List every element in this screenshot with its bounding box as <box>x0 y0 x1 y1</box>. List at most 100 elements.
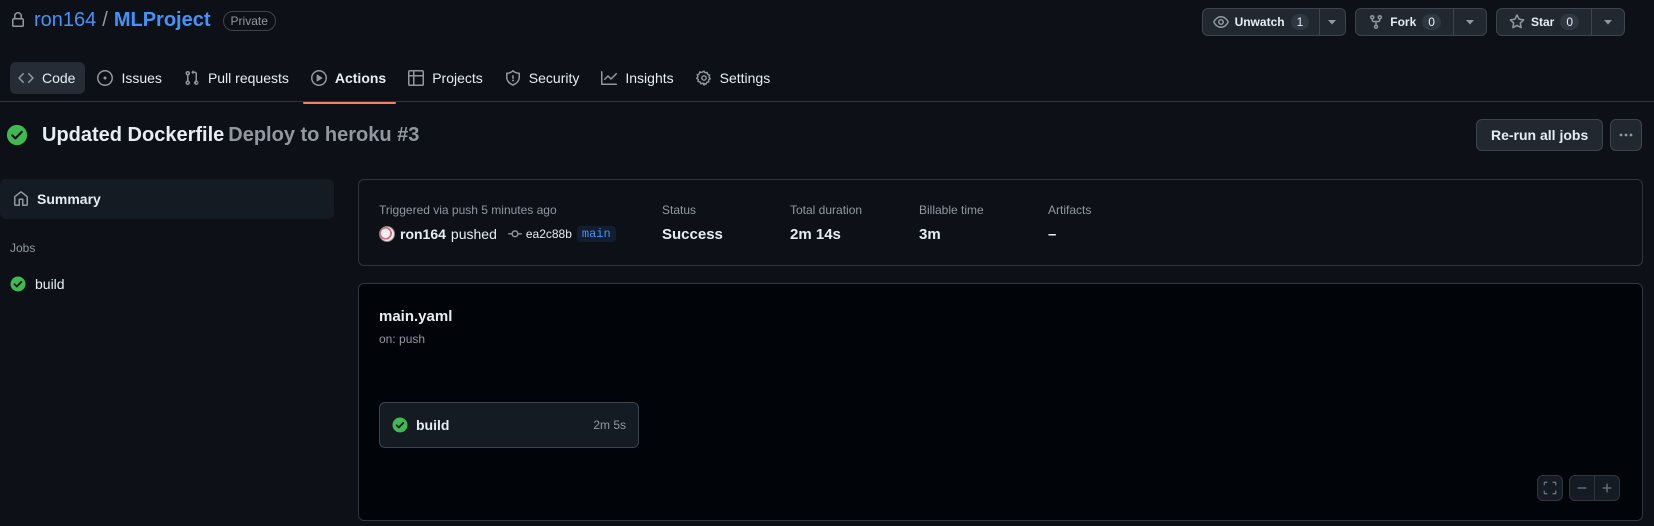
repo-owner-link[interactable]: ron164 <box>34 9 96 32</box>
triangle-down-icon <box>1328 20 1337 25</box>
lock-icon <box>12 12 24 27</box>
tab-settings[interactable]: Settings <box>688 62 781 94</box>
dash-icon <box>1577 487 1587 489</box>
avatar[interactable] <box>379 226 395 242</box>
table-icon <box>408 70 425 86</box>
tab-code-label: Code <box>42 70 76 86</box>
trigger-info: Triggered via push 5 minutes ago ron164 … <box>379 203 616 242</box>
rerun-all-jobs-button[interactable]: Re-run all jobs <box>1476 119 1604 151</box>
workflow-file-name: main.yaml <box>379 308 453 325</box>
star-icon <box>1509 14 1525 29</box>
watch-dropdown-button[interactable] <box>1319 9 1345 35</box>
tab-actions[interactable]: Actions <box>302 62 397 104</box>
unwatch-label: Unwatch <box>1234 15 1285 29</box>
triangle-down-icon <box>1604 20 1612 25</box>
tab-actions-label: Actions <box>334 70 387 86</box>
tab-security[interactable]: Security <box>497 62 590 94</box>
sidebar-jobs-heading: Jobs <box>10 241 36 255</box>
sidebar-summary-label: Summary <box>37 191 101 207</box>
star-button[interactable]: Star 0 <box>1497 9 1592 35</box>
run-workflow-label: Deploy to heroku #3 <box>228 124 420 146</box>
watch-button-group: Unwatch 1 <box>1201 8 1347 36</box>
trigger-label: Triggered via push 5 minutes ago <box>379 203 557 217</box>
fork-dropdown-button[interactable] <box>1454 9 1486 35</box>
artifacts-label: Artifacts <box>1048 203 1092 217</box>
play-icon <box>310 70 327 86</box>
run-title: Updated Dockerfile Deploy to heroku #3 <box>42 124 419 147</box>
watch-count: 1 <box>1290 14 1310 30</box>
job-node-duration: 2m 5s <box>593 418 626 432</box>
status-value: Success <box>662 226 723 243</box>
more-options-button[interactable] <box>1610 119 1642 151</box>
git-commit-icon <box>507 230 522 238</box>
repo-title: ron164 / MLProject Private <box>34 9 276 32</box>
issue-opened-icon <box>97 70 114 86</box>
tab-projects-label: Projects <box>432 70 483 86</box>
sidebar-job-build[interactable]: build <box>10 276 65 292</box>
commit-sha-link[interactable]: ea2c88b <box>507 227 572 241</box>
check-circle-fill-icon <box>10 276 26 292</box>
star-button-group: Star 0 <box>1495 8 1625 36</box>
triangle-down-icon <box>1465 20 1474 25</box>
gear-icon <box>695 70 711 86</box>
duration-value: 2m 14s <box>790 226 841 243</box>
billable-label: Billable time <box>919 203 984 217</box>
star-count: 0 <box>1560 14 1579 30</box>
graph-icon <box>601 71 618 85</box>
workflow-trigger: on: push <box>379 332 426 346</box>
eye-icon <box>1212 16 1229 28</box>
artifacts-info: Artifacts – <box>1048 203 1091 243</box>
repo-tabs: Code Issues Pull requests Actions Projec… <box>10 62 781 104</box>
push-details: ron164 pushed ea2c88b main <box>379 226 616 242</box>
fork-button[interactable]: Fork 0 <box>1356 9 1454 35</box>
tab-insights-label: Insights <box>625 70 674 86</box>
duration-label: Total duration <box>790 203 863 217</box>
fork-label: Fork <box>1390 15 1417 29</box>
push-action: pushed <box>450 226 497 242</box>
plus-icon <box>1602 483 1612 493</box>
sidebar-item-summary[interactable]: Summary <box>0 179 334 219</box>
tab-code[interactable]: Code <box>10 62 86 94</box>
kebab-horizontal-icon <box>1619 133 1633 137</box>
branch-label[interactable]: main <box>576 226 616 242</box>
job-node-name: build <box>416 417 450 433</box>
run-summary-card: Triggered via push 5 minutes ago ron164 … <box>358 179 1643 266</box>
screen-full-icon <box>1543 481 1557 495</box>
repo-header-actions: Unwatch 1 Fork 0 Star 0 <box>1201 8 1625 36</box>
tab-issues-label: Issues <box>121 70 162 86</box>
zoom-in-button[interactable] <box>1594 475 1620 501</box>
billable-info: Billable time 3m <box>919 203 984 243</box>
repo-name-link[interactable]: MLProject <box>114 9 211 32</box>
tab-issues[interactable]: Issues <box>89 62 171 94</box>
artifacts-value: – <box>1048 226 1057 243</box>
tab-insights[interactable]: Insights <box>593 62 683 94</box>
repo-forked-icon <box>1370 14 1383 30</box>
actor-link[interactable]: ron164 <box>400 226 446 242</box>
home-icon <box>14 191 28 206</box>
unwatch-button[interactable]: Unwatch 1 <box>1203 9 1321 35</box>
tab-pull-requests-label: Pull requests <box>207 70 289 86</box>
tab-security-label: Security <box>528 70 580 86</box>
status-label: Status <box>662 203 697 217</box>
tab-pull-requests[interactable]: Pull requests <box>176 62 299 94</box>
fork-count: 0 <box>1422 14 1441 30</box>
fit-to-screen-button[interactable] <box>1537 475 1563 501</box>
repo-separator: / <box>102 9 108 31</box>
job-node-build[interactable]: build 2m 5s <box>379 402 639 448</box>
git-pull-request-icon <box>185 70 199 86</box>
star-dropdown-button[interactable] <box>1592 9 1624 35</box>
tabs-divider <box>0 101 1654 102</box>
check-circle-fill-icon <box>6 124 28 146</box>
tab-settings-label: Settings <box>719 70 771 86</box>
run-commit-message: Updated Dockerfile <box>42 124 225 146</box>
code-icon <box>18 73 34 83</box>
tab-projects[interactable]: Projects <box>400 62 493 94</box>
visibility-badge: Private <box>222 10 276 31</box>
zoom-out-button[interactable] <box>1569 475 1595 501</box>
commit-sha: ea2c88b <box>525 227 572 241</box>
billable-value: 3m <box>919 226 941 243</box>
sidebar-job-label: build <box>35 276 65 292</box>
status-info: Status Success <box>662 203 723 243</box>
shield-icon <box>505 70 520 86</box>
duration-info: Total duration 2m 14s <box>790 203 862 243</box>
